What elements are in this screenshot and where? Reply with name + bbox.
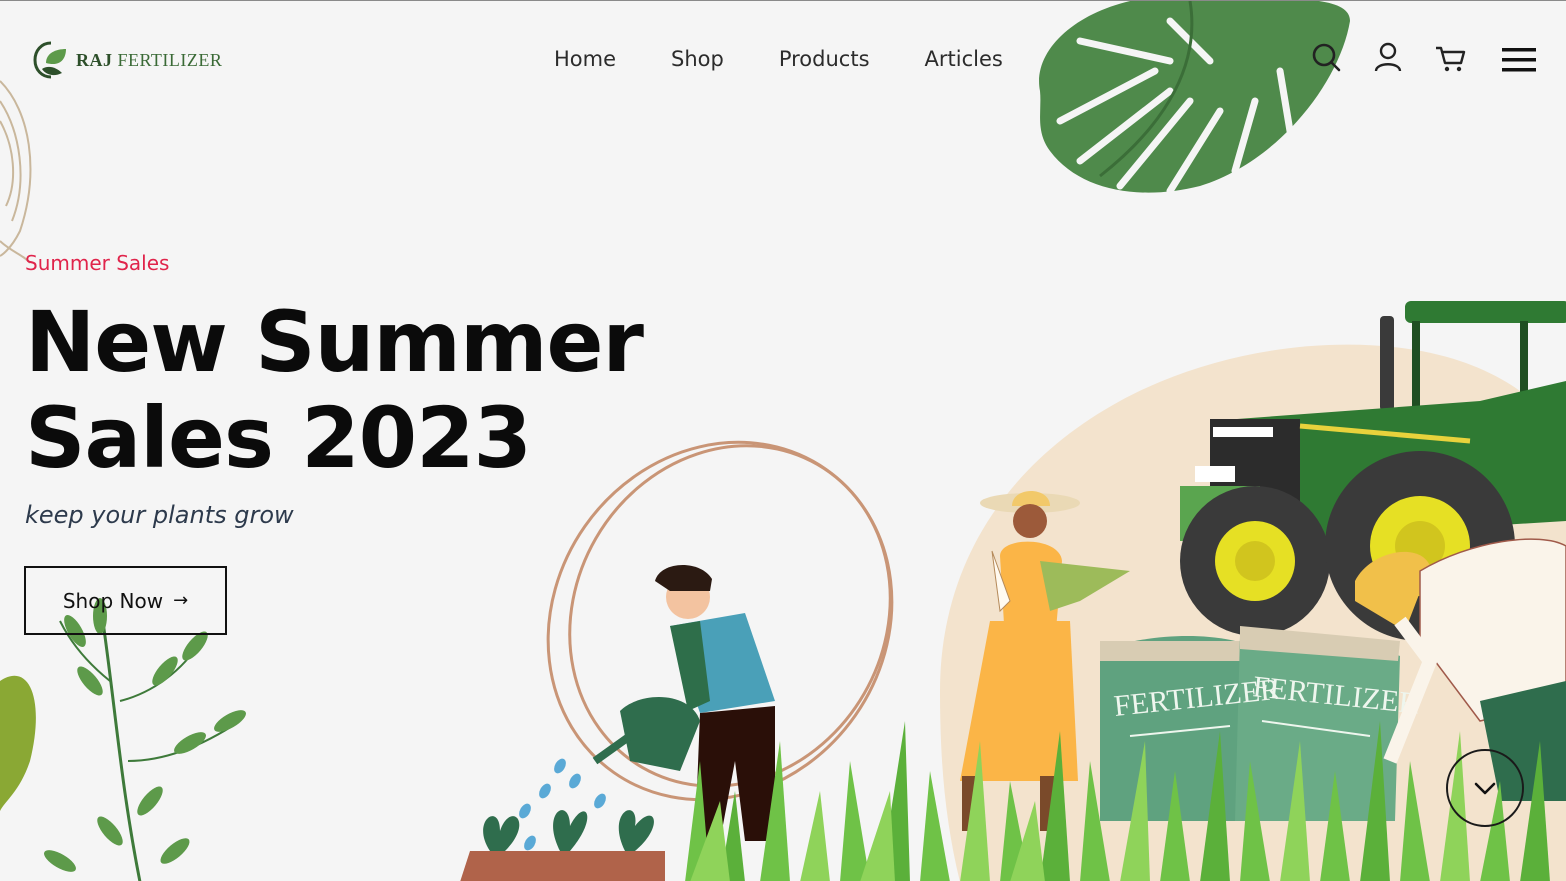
search-button[interactable] [1310, 41, 1342, 73]
monstera-leaf [1039, 1, 1350, 195]
account-button[interactable] [1372, 41, 1404, 73]
headline-line-2: Sales 2023 [25, 389, 532, 487]
hero-eyebrow: Summer Sales [25, 251, 170, 275]
shop-now-label: Shop Now [62, 588, 164, 613]
arrow-right-icon: → [173, 590, 189, 611]
leaf-logo-icon [33, 41, 66, 79]
search-icon [1312, 43, 1341, 72]
scroll-down-button[interactable] [1446, 749, 1524, 827]
cart-button[interactable] [1434, 43, 1466, 75]
brand-name: RAJ FERTILIZER [76, 49, 223, 70]
nav-item-products[interactable]: Products [779, 47, 870, 71]
brand-logo[interactable]: RAJ FERTILIZER [32, 39, 222, 81]
shop-now-button[interactable]: Shop Now → [24, 566, 227, 635]
main-nav: Home Shop Products Articles [554, 47, 1003, 71]
hero-tagline: keep your plants grow [25, 501, 294, 529]
headline-line-1: New Summer [25, 293, 644, 391]
user-icon [1374, 42, 1402, 72]
nav-item-articles[interactable]: Articles [925, 47, 1003, 71]
chevron-down-icon [1474, 782, 1496, 795]
seedlings [460, 810, 665, 881]
menu-button[interactable] [1502, 45, 1536, 77]
nav-item-home[interactable]: Home [554, 47, 616, 71]
wood-grain-decoration [0, 80, 32, 264]
nav-item-shop[interactable]: Shop [671, 47, 724, 71]
hero-headline: New Summer Sales 2023 [25, 293, 644, 487]
cart-icon [1436, 46, 1466, 72]
branch-plant [0, 598, 246, 881]
menu-icon [1502, 48, 1536, 72]
